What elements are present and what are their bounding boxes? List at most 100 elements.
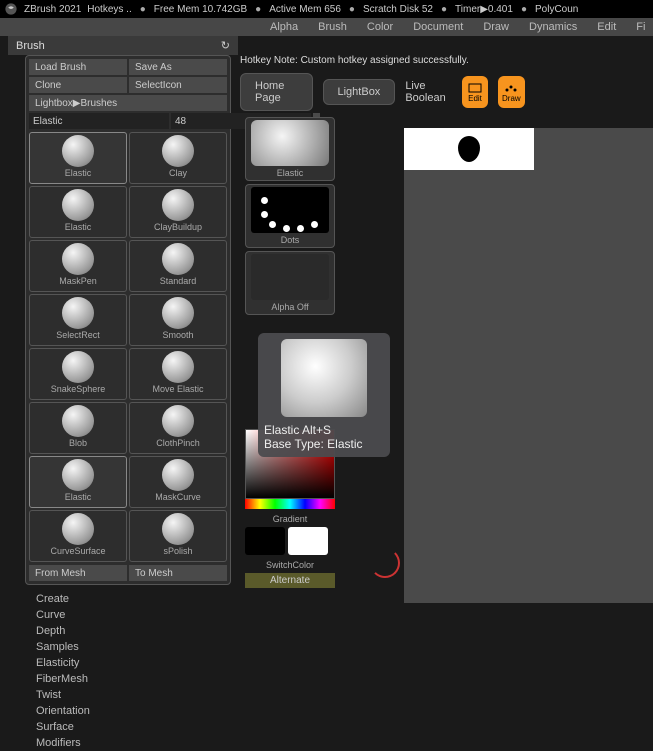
submenu-fibermesh[interactable]: FiberMesh <box>36 671 240 687</box>
brush-thumb-icon <box>62 513 94 545</box>
brush-item-clothpinch[interactable]: ClothPinch <box>129 402 227 454</box>
brush-label: CurveSurface <box>50 546 105 556</box>
brush-item-selectrect[interactable]: SelectRect <box>29 294 127 346</box>
brush-thumb-icon <box>162 405 194 437</box>
submenu-surface[interactable]: Surface <box>36 719 240 735</box>
submenu-elasticity[interactable]: Elasticity <box>36 655 240 671</box>
brush-thumb-icon <box>62 351 94 383</box>
canvas-viewport[interactable] <box>404 128 653 603</box>
gradient-label: Gradient <box>273 514 308 524</box>
brush-item-claybuildup[interactable]: ClayBuildup <box>129 186 227 238</box>
brush-label: SnakeSphere <box>51 384 106 394</box>
canvas-document[interactable] <box>404 128 534 170</box>
save-as-button[interactable]: Save As <box>129 59 227 75</box>
edit-mode-button[interactable]: Edit <box>462 76 488 108</box>
brush-item-spolish[interactable]: sPolish <box>129 510 227 562</box>
load-brush-button[interactable]: Load Brush <box>29 59 127 75</box>
brush-panel-header[interactable]: Brush ↻ <box>8 36 238 55</box>
menu-brush[interactable]: Brush <box>318 21 347 33</box>
menu-draw[interactable]: Draw <box>483 21 509 33</box>
active-mem: Active Mem 656 <box>269 4 341 15</box>
brush-label: Clay <box>169 168 187 178</box>
brush-item-blob[interactable]: Blob <box>29 402 127 454</box>
canvas-stroke-icon <box>458 136 480 162</box>
submenu-depth[interactable]: Depth <box>36 623 240 639</box>
to-mesh-button[interactable]: To Mesh <box>129 565 227 581</box>
brush-label: MaskCurve <box>155 492 201 502</box>
home-page-button[interactable]: Home Page <box>240 73 313 111</box>
color-main-swatch[interactable] <box>245 527 285 555</box>
tooltip-brush-icon <box>281 339 367 417</box>
brush-search-input[interactable] <box>29 113 169 129</box>
brush-item-elastic[interactable]: Elastic <box>29 456 127 508</box>
draw-mode-button[interactable]: Draw <box>498 76 524 108</box>
menu-color[interactable]: Color <box>367 21 393 33</box>
brush-item-move elastic[interactable]: Move Elastic <box>129 348 227 400</box>
brush-label: Standard <box>160 276 197 286</box>
stroke-preview[interactable]: Dots <box>245 184 335 248</box>
brush-label: Blob <box>69 438 87 448</box>
menu-file[interactable]: Fi <box>636 21 645 33</box>
menu-alpha[interactable]: Alpha <box>270 21 298 33</box>
brush-item-snakesphere[interactable]: SnakeSphere <box>29 348 127 400</box>
brush-item-curvesurface[interactable]: CurveSurface <box>29 510 127 562</box>
color-secondary-swatch[interactable] <box>288 527 328 555</box>
submenu-samples[interactable]: Samples <box>36 639 240 655</box>
hue-slider[interactable] <box>245 499 335 509</box>
brush-label: ClothPinch <box>156 438 200 448</box>
brush-label: sPolish <box>163 546 192 556</box>
brush-label: MaskPen <box>59 276 97 286</box>
brush-item-elastic[interactable]: Elastic <box>29 186 127 238</box>
panel-title-text: Brush <box>16 40 45 52</box>
submenu-twist[interactable]: Twist <box>36 687 240 703</box>
zbrush-logo-icon <box>4 2 18 16</box>
brush-item-maskpen[interactable]: MaskPen <box>29 240 127 292</box>
brush-thumb-icon <box>62 135 94 167</box>
brush-thumb-icon <box>62 405 94 437</box>
alpha-preview[interactable]: Alpha Off <box>245 251 335 315</box>
submenu-curve[interactable]: Curve <box>36 607 240 623</box>
brush-thumb-icon <box>162 297 194 329</box>
polycount: PolyCoun <box>535 4 578 15</box>
brush-thumb-icon <box>162 189 194 221</box>
brush-item-standard[interactable]: Standard <box>129 240 227 292</box>
submenu-modifiers[interactable]: Modifiers <box>36 735 240 751</box>
scratch-disk: Scratch Disk 52 <box>363 4 433 15</box>
select-icon-button[interactable]: SelectIcon <box>129 77 227 93</box>
switch-color-row[interactable] <box>245 527 335 555</box>
brush-item-maskcurve[interactable]: MaskCurve <box>129 456 227 508</box>
menu-dynamics[interactable]: Dynamics <box>529 21 577 33</box>
tooltip-line2: Base Type: Elastic <box>264 437 384 451</box>
brush-label: Smooth <box>162 330 193 340</box>
lightbox-button[interactable]: LightBox <box>323 79 396 105</box>
from-mesh-button[interactable]: From Mesh <box>29 565 127 581</box>
free-mem: Free Mem 10.742GB <box>154 4 247 15</box>
brush-thumb-icon <box>62 459 94 491</box>
brush-label: Elastic <box>65 168 92 178</box>
menu-edit[interactable]: Edit <box>597 21 616 33</box>
brush-thumb-icon <box>251 120 329 166</box>
hotkey-note: Hotkey Note: Custom hotkey assigned succ… <box>240 55 640 66</box>
submenu-create[interactable]: Create <box>36 591 240 607</box>
brush-grid: ElasticClayElasticClayBuildupMaskPenStan… <box>29 132 227 562</box>
refresh-icon[interactable]: ↻ <box>221 39 230 52</box>
lightbox-brushes-path[interactable]: Lightbox▶Brushes <box>29 95 227 111</box>
dots-thumb-icon <box>251 187 329 233</box>
gizmo-ring-icon[interactable] <box>370 548 400 578</box>
alternate-button[interactable]: Alternate <box>245 573 335 588</box>
live-boolean-button[interactable]: Live Boolean <box>405 80 452 104</box>
brush-submenu-list: CreateCurveDepthSamplesElasticityFiberMe… <box>12 585 240 751</box>
menu-document[interactable]: Document <box>413 21 463 33</box>
current-brush-preview[interactable]: Elastic <box>245 117 335 181</box>
tooltip-line1: Elastic Alt+S <box>264 423 384 437</box>
app-name: ZBrush 2021 <box>24 4 81 15</box>
submenu-orientation[interactable]: Orientation <box>36 703 240 719</box>
brush-item-clay[interactable]: Clay <box>129 132 227 184</box>
hotkeys-label[interactable]: Hotkeys .. <box>87 4 131 15</box>
brush-item-smooth[interactable]: Smooth <box>129 294 227 346</box>
brush-item-elastic[interactable]: Elastic <box>29 132 127 184</box>
brush-label: Elastic <box>65 492 92 502</box>
clone-button[interactable]: Clone <box>29 77 127 93</box>
brush-thumb-icon <box>62 243 94 275</box>
menu-bar: Alpha Brush Color Document Draw Dynamics… <box>0 18 653 36</box>
